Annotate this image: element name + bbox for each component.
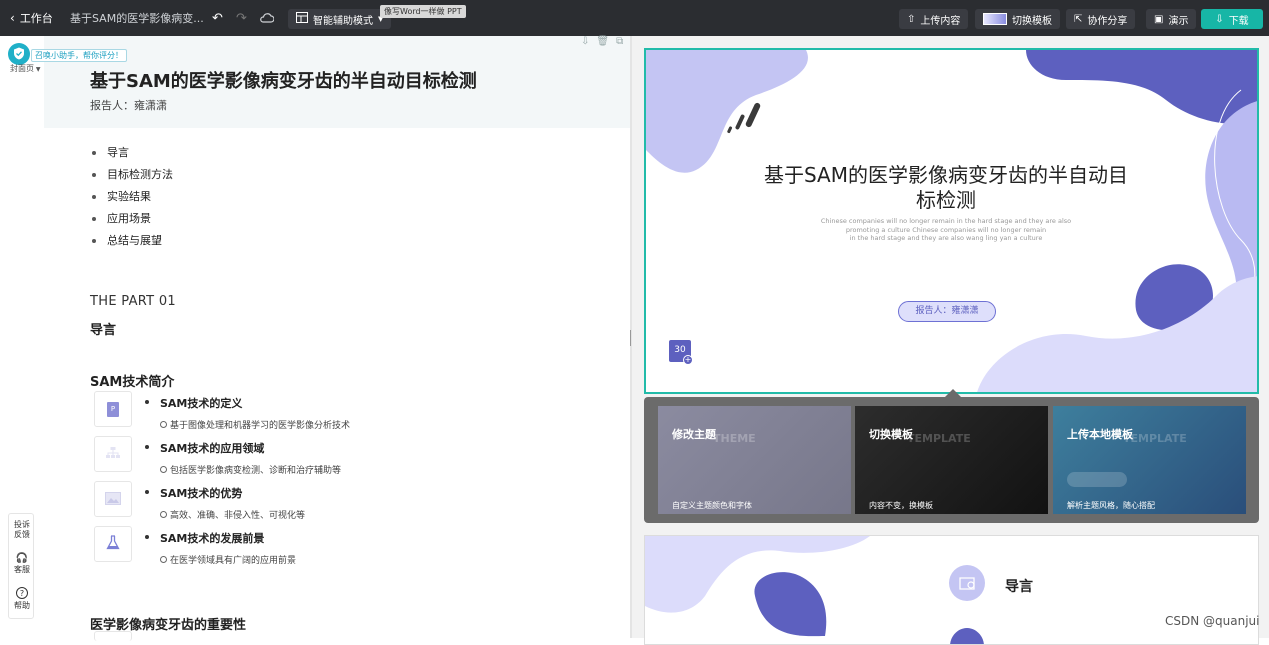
move-down-icon[interactable]: ⇩ [581,36,589,47]
template-thumbnail-icon [983,13,1007,25]
upload-icon: ⇧ [907,13,916,25]
card-title: 切换模板 [869,428,913,441]
copy-icon[interactable]: ⧉ [616,36,623,47]
back-to-workspace[interactable]: ‹ 工作台 [10,0,53,36]
assistant-bubble[interactable]: 召唤小助手，帮你评分！ [31,49,127,62]
subsection-icon-card[interactable]: P [94,391,132,427]
card-desc: 内容不变，换模板 [869,501,933,510]
slide-cover[interactable]: 基于SAM的医学影像病变牙齿的半自动目 标检测 Chinese companie… [644,48,1259,394]
redo-icon[interactable]: ↷ [236,0,247,36]
template-actions-popup: THEME 修改主题 自定义主题颜色和字体 TEMPLATE 切换模板 内容不变… [644,397,1259,523]
doc-title[interactable]: 基于SAM的医学影像病变牙齿的半自动目标检测 [90,67,477,93]
card-title: 修改主题 [672,428,716,441]
mode-tooltip: 像写Word一样做 PPT [380,5,466,18]
assistant-avatar[interactable] [8,43,30,65]
chevron-left-icon: ‹ [10,11,15,25]
subsection-desc[interactable]: 高效、准确、非侵入性、可视化等 [160,508,305,521]
slide-cover-title: 基于SAM的医学影像病变牙齿的半自动目 标检测 [763,163,1128,212]
toc-list: 导言 目标检测方法 实验结果 应用场景 总结与展望 [92,145,173,255]
card-desc: 解析主题风格，随心搭配 [1067,501,1155,510]
present-button[interactable]: ▣ 演示 [1146,9,1197,29]
slide-intro-shapes [645,536,985,644]
part-title[interactable]: 导言 [90,319,116,338]
slide-intro[interactable]: 导言 [644,535,1259,645]
upload-local-template-card[interactable]: TEMPLATE 上传本地模板 解析主题风格，随心搭配 [1053,406,1246,514]
share-button[interactable]: ⇱ 协作分享 [1066,9,1136,29]
card-title: 上传本地模板 [1067,428,1133,441]
feedback-button[interactable]: 投诉 反馈 [9,520,35,540]
caret-down-icon: ▼ [34,66,41,73]
doc-tab-label: 基于SAM的医学影像病变... [70,12,204,25]
download-button[interactable]: ⇩ 下载 [1201,9,1263,29]
flask-icon [106,534,120,554]
modify-theme-card[interactable]: THEME 修改主题 自定义主题颜色和字体 [658,406,851,514]
subsection-desc[interactable]: 在医学领域具有广阔的应用前景 [160,553,296,566]
help-icon: ? [16,587,28,599]
ppt-file-icon: P [107,401,119,417]
toc-item[interactable]: 导言 [92,145,173,167]
layout-icon [296,12,308,26]
toc-item[interactable]: 实验结果 [92,189,173,211]
subsection-icon-card[interactable] [94,631,132,641]
upload-content-button[interactable]: ⇧ 上传内容 [899,9,969,29]
help-button[interactable]: ? 帮助 [9,587,35,611]
card-desc: 自定义主题颜色和字体 [672,501,752,510]
shield-icon [13,45,25,64]
subsection-desc[interactable]: 基于图像处理和机器学习的医学影像分析技术 [160,418,350,431]
floating-tools: 投诉 反馈 🎧 客服 ? 帮助 [8,513,34,619]
add-icon[interactable]: + [683,355,693,365]
back-label: 工作台 [19,12,53,25]
mode-selector[interactable]: 智能辅助模式 ▼ [288,9,392,29]
toc-item[interactable]: 应用场景 [92,211,173,233]
subsection-title[interactable]: SAM技术的应用领域 [145,440,264,456]
page-type-selector[interactable]: 封面页 ▼ [10,63,41,74]
top-toolbar: ‹ 工作台 基于SAM的医学影像病变... ↶ ↷ 智能辅助模式 ▼ 像写Wor… [0,0,1269,36]
slide-cover-subtitle: Chinese companies will no longer remain … [820,217,1072,242]
customer-service-button[interactable]: 🎧 客服 [9,552,35,575]
block-actions: ⇩ 🗑 ⧉ [581,36,623,47]
doc-reporter[interactable]: 报告人：雍潇潇 [90,97,167,113]
switch-template-button[interactable]: 切换模板 [975,9,1060,29]
subsection-icon-card[interactable] [94,481,132,517]
toc-item[interactable]: 目标检测方法 [92,167,173,189]
subsection-title[interactable]: SAM技术的发展前景 [145,530,264,546]
undo-icon[interactable]: ↶ [212,0,223,36]
toc-item[interactable]: 总结与展望 [92,233,173,255]
image-icon [105,490,121,509]
subsection-title[interactable]: SAM技术的定义 [145,395,242,411]
slide-cover-reporter: 报告人：雍潇潇 [898,301,996,322]
doc-tab[interactable]: 基于SAM的医学影像病变... [70,0,204,36]
delete-icon[interactable]: 🗑 [596,36,609,47]
present-icon: ▣ [1154,13,1164,25]
headset-icon: 🎧 [15,553,29,564]
download-icon: ⇩ [1215,13,1224,25]
section-title[interactable]: SAM技术简介 [90,371,174,390]
cloud-save-icon[interactable] [260,0,274,36]
subsection-desc[interactable]: 包括医学影像病变检测、诊断和治疗辅助等 [160,463,341,476]
part-label[interactable]: THE PART 01 [90,294,176,309]
share-icon: ⇱ [1074,13,1083,25]
subsection-icon-card[interactable] [94,436,132,472]
watermark: CSDN @quanjui [1165,614,1260,628]
subsection-icon-card[interactable] [94,526,132,562]
subsection-title[interactable]: SAM技术的优势 [145,485,242,501]
slide-intro-title: 导言 [1005,579,1033,595]
switch-template-card[interactable]: TEMPLATE 切换模板 内容不变，换模板 [855,406,1048,514]
mode-label: 智能辅助模式 [313,15,373,27]
org-chart-icon [105,445,121,464]
